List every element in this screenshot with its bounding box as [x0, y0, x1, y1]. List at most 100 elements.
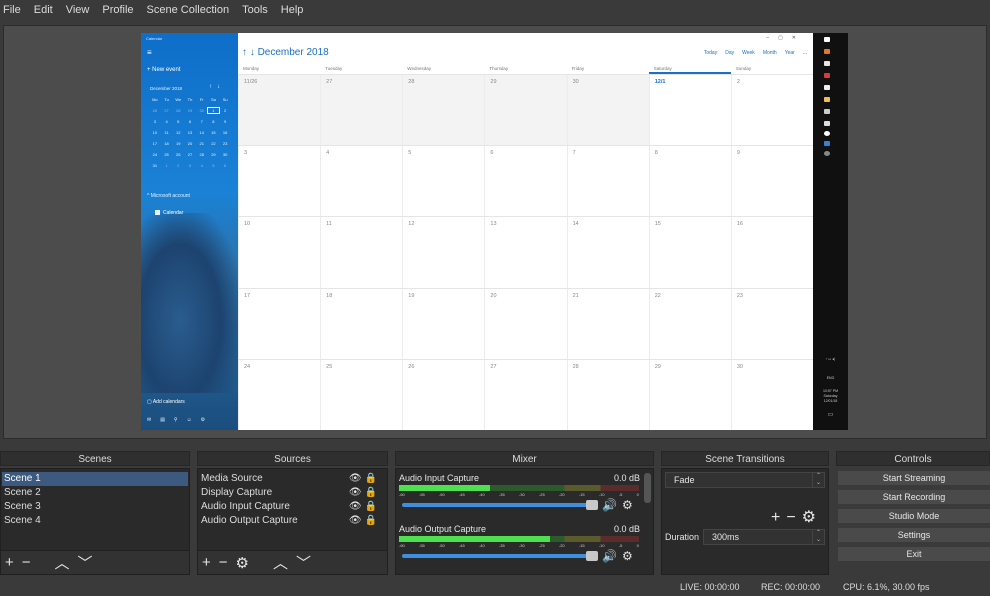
day-cell[interactable]: 25	[320, 359, 402, 430]
mini-day[interactable]: 21	[196, 141, 208, 146]
mini-day[interactable]: 3	[149, 119, 161, 124]
menu-file[interactable]: File	[3, 4, 21, 16]
volume-slider[interactable]	[402, 551, 598, 561]
mixer-scrollbar[interactable]	[644, 473, 651, 503]
mini-day[interactable]: 16	[219, 130, 231, 135]
day-cell[interactable]: 27	[320, 75, 403, 146]
day-cell[interactable]: 24	[238, 359, 320, 430]
mini-day[interactable]: 23	[219, 141, 231, 146]
mini-day[interactable]: 7	[196, 119, 208, 124]
scene-item[interactable]: Scene 1	[2, 472, 188, 486]
taskbar-app-icon[interactable]	[824, 109, 830, 114]
transition-add-remove-gear-icons[interactable]: +−⚙	[771, 507, 822, 527]
source-item[interactable]: Display Capture 👁🔒	[199, 486, 386, 500]
taskbar-app-icon[interactable]	[824, 121, 830, 126]
mini-calendar-nav-icon[interactable]: ↑↓	[209, 84, 225, 90]
taskbar-app-icon[interactable]	[824, 141, 830, 146]
calendar-checkbox[interactable]: Calendar	[155, 210, 183, 216]
mini-day[interactable]: 20	[184, 141, 196, 146]
menu-scene-collection[interactable]: Scene Collection	[147, 4, 230, 16]
day-cell[interactable]: 11/26	[238, 75, 321, 146]
mini-day-selected[interactable]: 1	[206, 107, 221, 114]
volume-slider[interactable]	[402, 500, 598, 510]
taskbar-app-icon[interactable]	[824, 131, 830, 136]
mini-day[interactable]: 4	[196, 163, 208, 168]
view-month-button[interactable]: Month	[763, 50, 777, 56]
source-item[interactable]: Media Source 👁🔒	[199, 472, 386, 486]
mini-day[interactable]: 3	[184, 163, 196, 168]
mute-settings-icons[interactable]: 🔊⚙	[602, 549, 638, 563]
add-calendars-link[interactable]: ▢ Add calendars	[147, 399, 185, 405]
view-day-button[interactable]: Day	[725, 50, 734, 56]
menu-view[interactable]: View	[66, 4, 90, 16]
mini-day[interactable]: 2	[219, 108, 231, 113]
mini-day[interactable]: 6	[219, 163, 231, 168]
day-cell[interactable]: 21	[566, 288, 649, 359]
scene-item[interactable]: Scene 3	[2, 500, 188, 514]
duration-input[interactable]: 300ms ⌃ ⌄	[703, 529, 825, 545]
studio-mode-button[interactable]: Studio Mode	[837, 508, 990, 524]
mini-day[interactable]: 30	[219, 152, 231, 157]
visibility-lock-icon[interactable]: 👁🔒	[349, 486, 380, 500]
mini-day[interactable]: 11	[161, 130, 173, 135]
mini-day[interactable]: 13	[184, 130, 196, 135]
move-up-icon[interactable]: ︿	[55, 552, 70, 573]
taskbar-app-icon[interactable]	[824, 49, 830, 54]
day-cell[interactable]: 19	[402, 288, 484, 359]
scene-item[interactable]: Scene 4	[2, 514, 188, 528]
start-icon[interactable]	[824, 37, 830, 42]
mini-day[interactable]: 28	[172, 108, 184, 113]
mini-day[interactable]: 29	[208, 152, 220, 157]
mini-day[interactable]: 27	[184, 152, 196, 157]
month-nav-icon[interactable]: ↑ ↓	[242, 47, 258, 58]
checkbox-icon[interactable]	[155, 210, 160, 216]
day-cell[interactable]: 2	[730, 75, 813, 146]
day-cell[interactable]: 10	[238, 217, 320, 288]
sidebar-bottom-icons[interactable]: ✉▤⚲☺⚙	[147, 417, 214, 423]
day-cell[interactable]: 22	[648, 288, 731, 359]
taskbar-app-icon[interactable]	[824, 151, 830, 156]
new-event-button[interactable]: + New event	[147, 67, 181, 73]
day-cell[interactable]: 16	[730, 217, 813, 288]
transition-select[interactable]: Fade ⌃ ⌄	[665, 472, 825, 488]
day-cell[interactable]: 20	[484, 288, 566, 359]
day-cell[interactable]: 30	[566, 75, 649, 146]
visibility-lock-icon[interactable]: 👁🔒	[349, 514, 380, 528]
day-cell[interactable]: 12	[402, 217, 484, 288]
taskbar-app-icon[interactable]	[824, 85, 830, 90]
mini-day[interactable]: 10	[149, 130, 161, 135]
account-section[interactable]: ^ Microsoft account	[147, 193, 190, 199]
mini-day[interactable]: 22	[208, 141, 220, 146]
day-cell[interactable]: 15	[648, 217, 731, 288]
day-cell[interactable]: 29	[484, 75, 567, 146]
move-up-icon[interactable]: ︿	[273, 552, 288, 573]
visibility-lock-icon[interactable]: 👁🔒	[349, 472, 380, 486]
mini-day[interactable]: 1	[161, 163, 173, 168]
window-controls-icon[interactable]: –▢✕	[766, 35, 805, 41]
mini-day[interactable]: 25	[161, 152, 173, 157]
day-cell[interactable]: 6	[484, 146, 566, 217]
day-cell[interactable]: 23	[730, 288, 813, 359]
mini-day[interactable]: 24	[149, 152, 161, 157]
mini-day[interactable]: 26	[149, 108, 161, 113]
move-down-icon[interactable]: ﹀	[78, 552, 93, 573]
move-down-icon[interactable]: ﹀	[296, 552, 311, 573]
day-cell[interactable]: 18	[320, 288, 402, 359]
exit-button[interactable]: Exit	[837, 546, 990, 562]
tray-icons[interactable]: ‹ ▭ ◂)	[817, 357, 844, 362]
more-button[interactable]: ...	[803, 50, 807, 56]
mini-day[interactable]: 4	[161, 119, 173, 124]
hamburger-icon[interactable]: ≡	[147, 48, 152, 57]
taskbar-app-icon[interactable]	[824, 61, 830, 66]
start-recording-button[interactable]: Start Recording	[837, 489, 990, 505]
visibility-lock-icon[interactable]: 👁🔒	[349, 500, 380, 514]
mini-day[interactable]: 18	[161, 141, 173, 146]
mini-day[interactable]: 9	[219, 119, 231, 124]
view-week-button[interactable]: Week	[742, 50, 755, 56]
mini-day[interactable]: 29	[184, 108, 196, 113]
remove-source-icon[interactable]: −	[219, 554, 228, 571]
tray-language[interactable]: ENG	[817, 376, 844, 381]
day-cell[interactable]: 4	[320, 146, 402, 217]
mini-day[interactable]: 12	[172, 130, 184, 135]
day-cell[interactable]: 28	[402, 75, 485, 146]
